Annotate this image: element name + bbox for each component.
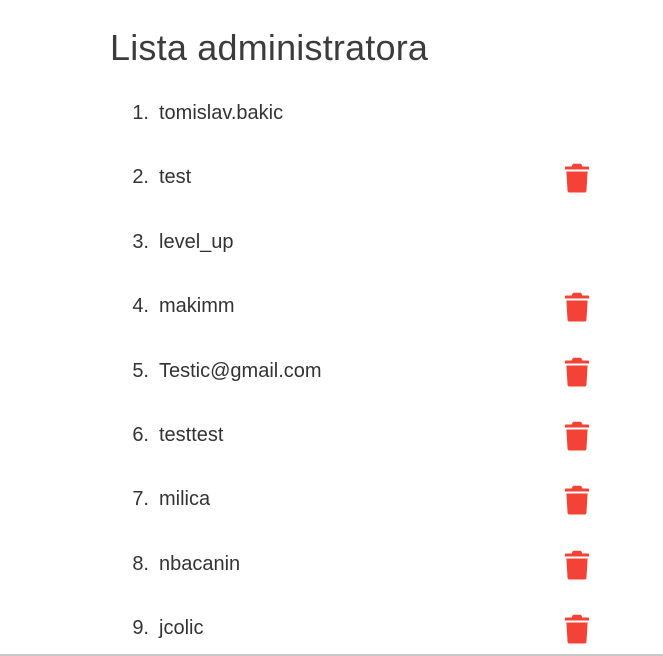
delete-admin-button[interactable] <box>563 292 591 322</box>
list-item: 5. Testic@gmail.com <box>0 339 663 403</box>
list-item-number: 6. <box>132 423 149 446</box>
delete-admin-button[interactable] <box>563 550 591 580</box>
delete-admin-button[interactable] <box>563 614 591 644</box>
admin-username: tomislav.bakic <box>159 102 284 124</box>
admin-username: nbacanin <box>159 552 241 575</box>
list-item: 3. level_up <box>0 210 663 274</box>
list-item-number: 2. <box>132 166 149 189</box>
admin-username: makimm <box>159 295 235 318</box>
list-item: 8. nbacanin <box>0 532 663 596</box>
admin-username: jcolic <box>159 617 204 640</box>
trash-icon <box>563 357 591 387</box>
list-item-number: 3. <box>132 230 149 253</box>
admin-list: 1. tomislav.bakic 2. test 3. level_up 4. makimm… <box>0 81 663 656</box>
admin-username: Testic@gmail.com <box>159 359 322 382</box>
list-item-number: 8. <box>132 552 149 575</box>
list-item: 9. jcolic <box>0 596 663 656</box>
page-title: Lista administratora <box>110 27 429 68</box>
list-item: 4. makimm <box>0 274 663 338</box>
list-item: 1. tomislav.bakic <box>0 81 663 145</box>
trash-icon <box>563 163 591 193</box>
list-item: 6. testtest <box>0 403 663 467</box>
list-item-number: 5. <box>132 359 149 382</box>
admin-username: milica <box>159 488 211 511</box>
list-item-number: 7. <box>132 488 149 511</box>
trash-icon <box>563 292 591 322</box>
list-item-number: 9. <box>132 617 149 640</box>
list-item: 7. milica <box>0 467 663 531</box>
trash-icon <box>563 550 591 580</box>
admin-username: level_up <box>159 230 234 253</box>
list-item-number: 4. <box>132 295 149 318</box>
delete-admin-button[interactable] <box>563 163 591 193</box>
trash-icon <box>563 485 591 515</box>
admin-username: test <box>159 166 192 189</box>
trash-icon <box>563 421 591 451</box>
admin-username: testtest <box>159 423 224 446</box>
delete-admin-button[interactable] <box>563 421 591 451</box>
list-item-number: 1. <box>132 102 149 124</box>
admin-list-page: Lista administratora 1. tomislav.bakic 2. t… <box>0 0 663 656</box>
list-item: 2. test <box>0 145 663 209</box>
delete-admin-button[interactable] <box>563 485 591 515</box>
delete-admin-button[interactable] <box>563 357 591 387</box>
trash-icon <box>563 614 591 644</box>
